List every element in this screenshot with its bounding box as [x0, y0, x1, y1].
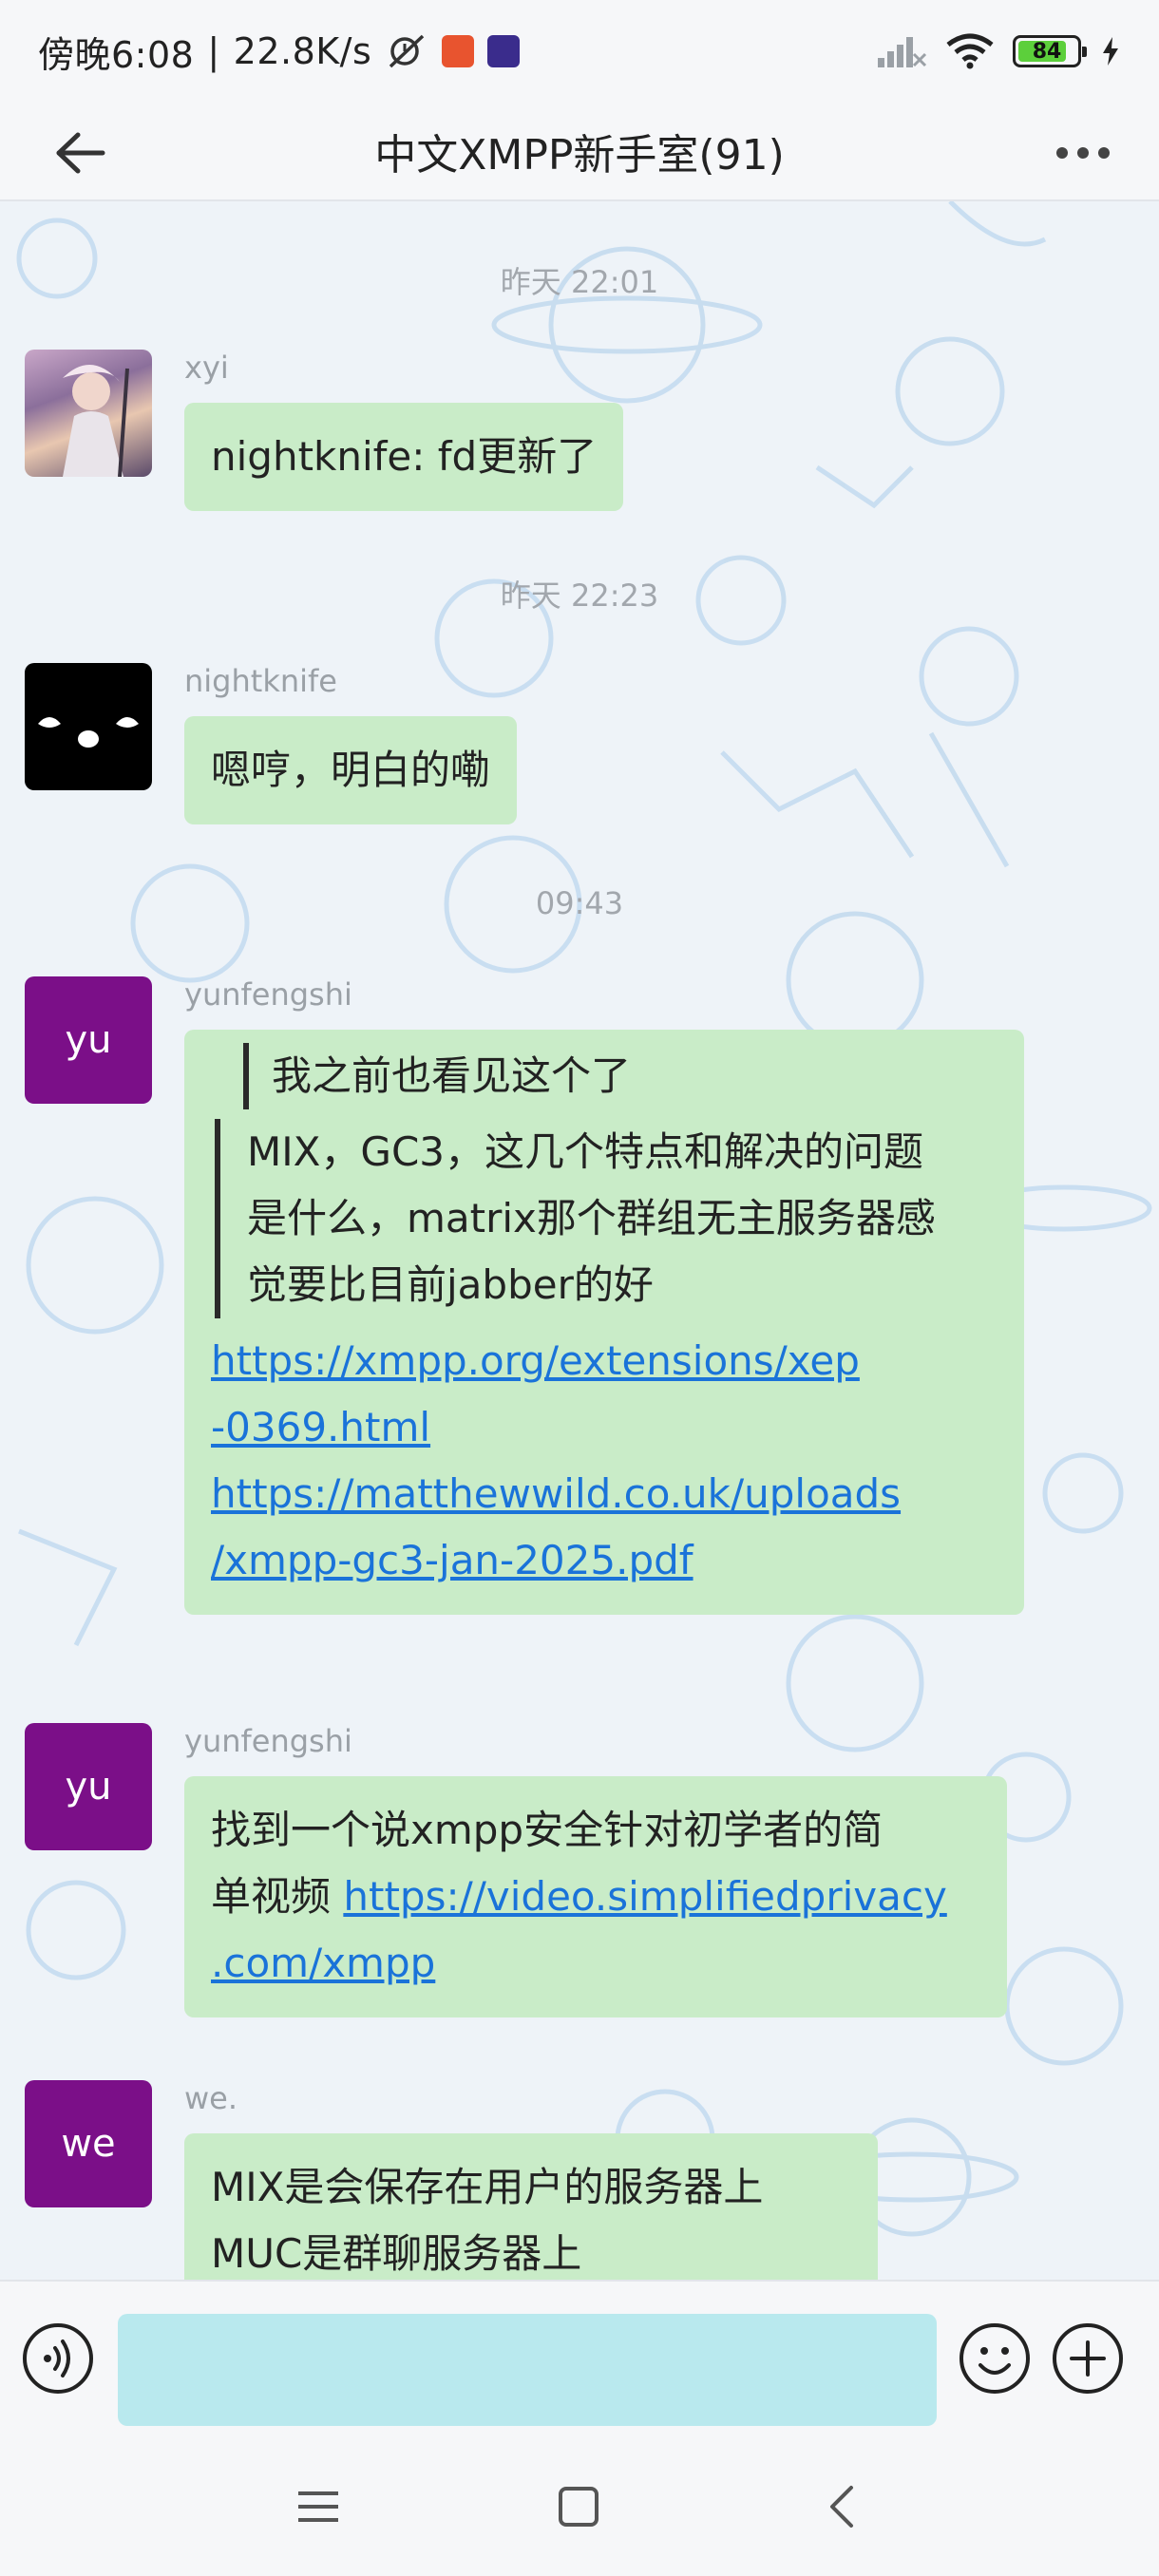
menu-icon: [298, 2491, 338, 2522]
more-dots-icon: [1056, 147, 1110, 159]
link-block: https://xmpp.org/extensions/xep -0369.ht…: [211, 1328, 998, 1594]
quote-line: 觉要比目前jabber的好: [247, 1261, 654, 1308]
message-bubble[interactable]: 找到一个说xmpp安全针对初学者的简 单视频 https://video.sim…: [184, 1776, 1007, 2017]
nav-menu-button[interactable]: [276, 2464, 361, 2549]
home-square-icon: [559, 2487, 598, 2527]
sender-name: we.: [184, 2080, 238, 2116]
net-speed: 22.8K/s: [233, 30, 372, 72]
quote-block: MIX，GC3，这几个特点和解决的问题 是什么，matrix那个群组无主服务器感…: [215, 1119, 998, 1318]
message-line: .com/xmpp: [211, 1930, 980, 1997]
nav-back-button[interactable]: [798, 2464, 884, 2549]
emoji-icon: [960, 2323, 1030, 2394]
wifi-icon: [946, 33, 994, 69]
message-bubble[interactable]: MIX是会保存在用户的服务器上 MUC是群聊服务器上: [184, 2133, 878, 2280]
message-line: MUC是群聊服务器上: [211, 2230, 582, 2277]
avatar-initials: yu: [65, 1765, 112, 1809]
message-bubble[interactable]: 我之前也看见这个了 MIX，GC3，这几个特点和解决的问题 是什么，matrix…: [184, 1030, 1024, 1615]
chevron-left-icon: [830, 2486, 853, 2528]
sender-name: xyi: [184, 350, 229, 386]
nav-home-button[interactable]: [536, 2464, 621, 2549]
status-right: 84: [876, 33, 1121, 69]
battery-level: 84: [1032, 39, 1062, 64]
link-gc3-pdf-cont[interactable]: /xmpp-gc3-jan-2025.pdf: [211, 1537, 694, 1583]
status-divider: |: [207, 30, 220, 72]
arrow-left-icon: [56, 132, 105, 174]
message-bubble[interactable]: 嗯哼，明白的嘞: [184, 716, 518, 824]
nested-quote: 我之前也看见这个了: [243, 1043, 998, 1109]
message-list[interactable]: 昨天 22:01 xyi nightknife: fd更新了 昨天 22:23 …: [0, 201, 1159, 2280]
app-notification-icon: [442, 35, 475, 67]
link-video[interactable]: https://video.simplifiedprivacy: [343, 1873, 946, 1920]
voice-icon: [23, 2323, 93, 2394]
avatar-yunfengshi[interactable]: yu: [25, 1723, 152, 1850]
link-xep-0369-cont[interactable]: -0369.html: [211, 1404, 430, 1450]
message-text: 单视频: [211, 1873, 344, 1920]
avatar-initials: yu: [65, 1018, 112, 1062]
battery-indicator: 84: [1013, 35, 1087, 67]
avatar-xyi[interactable]: [25, 350, 152, 477]
signal-icon: [878, 37, 927, 67]
link-xep-0369[interactable]: https://xmpp.org/extensions/xep: [211, 1337, 860, 1384]
system-nav-bar: [0, 2432, 1159, 2576]
message-text: 嗯哼，明白的嘞: [211, 747, 491, 793]
message-bubble[interactable]: nightknife: fd更新了: [184, 403, 624, 511]
battery-cap: [1082, 47, 1087, 57]
avatar-we[interactable]: we: [25, 2080, 152, 2207]
avatar-illustration: [63, 364, 129, 477]
timestamp: 昨天 22:23: [500, 578, 659, 614]
timestamp: 昨天 22:01: [500, 264, 659, 300]
charging-icon: [1103, 37, 1118, 66]
status-bar: 傍晚6:08 | 22.8K/s 84: [0, 0, 1159, 103]
voice-button[interactable]: [21, 2321, 95, 2396]
back-button[interactable]: [48, 120, 114, 186]
composer-bar: [0, 2280, 1159, 2432]
status-left: 傍晚6:08 | 22.8K/s: [38, 26, 521, 78]
sender-name: yunfengshi: [184, 1723, 352, 1759]
sender-name: nightknife: [184, 663, 337, 699]
more-options-button[interactable]: [1045, 120, 1121, 186]
message-text: nightknife: fd更新了: [211, 433, 598, 480]
avatar-nightknife[interactable]: [25, 663, 152, 790]
message-line: MIX是会保存在用户的服务器上: [211, 2164, 764, 2210]
attach-button[interactable]: [1051, 2321, 1125, 2396]
quote-line: 是什么，matrix那个群组无主服务器感: [247, 1195, 936, 1241]
avatar-initials: we: [61, 2122, 116, 2166]
quote-line: MIX，GC3，这几个特点和解决的问题: [247, 1128, 923, 1175]
status-time: 傍晚6:08: [38, 33, 195, 76]
chat-header: 中文XMPP新手室(91): [0, 103, 1159, 201]
sender-name: yunfengshi: [184, 976, 352, 1013]
avatar-face-icon: [38, 717, 139, 748]
avatar-yunfengshi[interactable]: yu: [25, 976, 152, 1104]
alarm-muted-icon: [390, 34, 425, 68]
link-video-cont[interactable]: .com/xmpp: [211, 1940, 435, 1986]
message-line: 单视频 https://video.simplifiedprivacy: [211, 1864, 980, 1930]
message-line: 找到一个说xmpp安全针对初学者的简: [211, 1807, 884, 1853]
timestamp: 09:43: [535, 885, 624, 921]
chat-title: 中文XMPP新手室(91): [374, 131, 785, 180]
emoji-button[interactable]: [958, 2321, 1032, 2396]
plus-icon: [1053, 2323, 1123, 2394]
app-notification-icon-2: [487, 35, 521, 67]
message-input[interactable]: [118, 2314, 937, 2426]
nested-quote-text: 我之前也看见这个了: [272, 1052, 632, 1099]
link-gc3-pdf[interactable]: https://matthewwild.co.uk/uploads: [211, 1470, 901, 1517]
